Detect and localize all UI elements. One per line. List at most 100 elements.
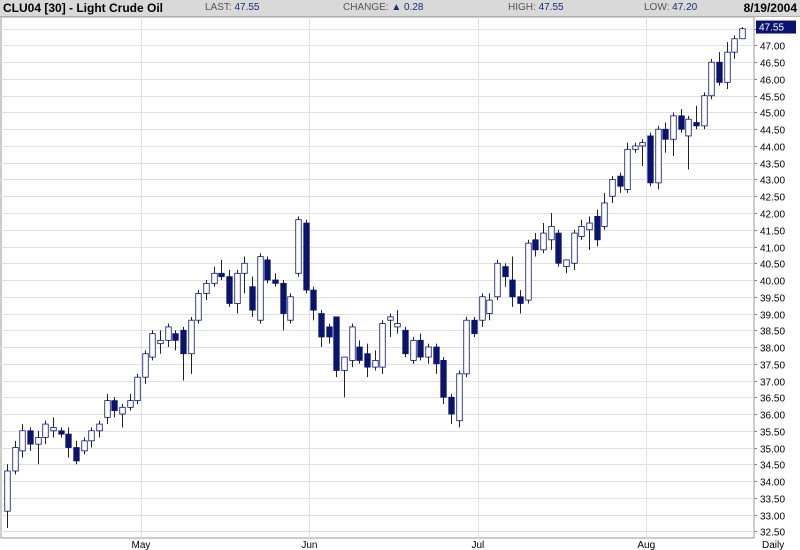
candle-body-up xyxy=(287,296,294,321)
candle-body-up xyxy=(563,259,570,268)
change-stat: CHANGE: ▲ 0.28 xyxy=(343,2,424,13)
candle-body-up xyxy=(379,323,386,368)
candle-body-up xyxy=(685,118,692,137)
candle-body-down xyxy=(333,316,340,371)
candle-body-up xyxy=(188,319,195,355)
y-tick-label: 39.00 xyxy=(760,311,785,322)
candle xyxy=(555,229,562,267)
candle-body-up xyxy=(4,470,11,512)
y-tick-label: 33.00 xyxy=(760,512,785,523)
candle-body-down xyxy=(417,339,424,358)
candle-body-down xyxy=(440,360,447,398)
candle-body-up xyxy=(632,145,639,150)
candle-body-up xyxy=(624,148,631,190)
candle-body-down xyxy=(272,279,279,284)
candle xyxy=(471,316,478,337)
candle-body-down xyxy=(364,353,371,368)
candle xyxy=(624,142,631,193)
candle xyxy=(456,370,463,428)
candle-body-down xyxy=(180,329,187,355)
candle-body-up xyxy=(50,427,57,432)
last-stat: LAST: 47.55 xyxy=(205,2,260,13)
candle-body-down xyxy=(280,282,287,314)
change-arrow-icon: ▲ xyxy=(391,2,402,13)
candle-body-up xyxy=(731,38,738,53)
candle xyxy=(647,132,654,187)
y-tick-label: 43.50 xyxy=(760,160,785,171)
candle-body-down xyxy=(326,326,333,338)
candle-body-down xyxy=(502,266,509,278)
candle-body-down xyxy=(73,447,80,462)
symbol-title: CLU04 [30] - Light Crude Oil xyxy=(3,1,164,15)
candle-body-down xyxy=(678,115,685,130)
candle-body-down xyxy=(662,128,669,140)
candle-body-down xyxy=(318,313,325,338)
candle-body-up xyxy=(540,232,547,251)
y-tick-label: 35.50 xyxy=(760,428,785,439)
candle-body-down xyxy=(402,329,409,355)
candle-body-down xyxy=(716,61,723,83)
candle xyxy=(295,216,302,277)
candle-body-up xyxy=(203,282,210,294)
candle-body-up xyxy=(127,400,134,408)
candle-body-up xyxy=(601,202,608,227)
candle xyxy=(708,58,715,100)
candle xyxy=(149,330,156,361)
candle-body-down xyxy=(226,276,233,304)
change-value: 0.28 xyxy=(404,2,424,13)
x-tick-label: May xyxy=(132,540,151,550)
candle-body-up xyxy=(701,95,708,127)
y-tick-label: 33.50 xyxy=(760,495,785,506)
candle xyxy=(134,373,141,404)
candle xyxy=(195,290,202,324)
y-tick-label: 38.50 xyxy=(760,327,785,338)
candle-body-up xyxy=(295,219,302,274)
x-tick-label: Aug xyxy=(637,540,655,550)
candle-body-down xyxy=(356,346,363,361)
y-tick-label: 45.50 xyxy=(760,93,785,104)
y-tick-label: 32.50 xyxy=(760,528,785,539)
high-stat: HIGH: 47.55 xyxy=(508,2,564,13)
candle-body-up xyxy=(195,293,202,321)
low-stat: LOW: 47.20 xyxy=(644,2,697,13)
candle-body-down xyxy=(617,175,624,187)
high-label: HIGH: xyxy=(508,2,536,13)
candle-body-up xyxy=(257,256,264,321)
candle-body-down xyxy=(310,289,317,311)
candle-body-down xyxy=(647,135,654,184)
candle-body-up xyxy=(372,360,379,368)
y-tick-label: 44.50 xyxy=(760,126,785,137)
candle xyxy=(463,316,470,378)
candle-body-down xyxy=(218,272,225,278)
candle-body-up xyxy=(387,316,394,321)
candle xyxy=(525,239,532,304)
period-label: Daily xyxy=(762,540,784,550)
candle-body-up xyxy=(548,226,555,241)
candle xyxy=(349,323,356,368)
x-axis-ticks: May Jun Jul Aug xyxy=(132,540,656,550)
candle-body-up xyxy=(341,356,348,371)
high-value: 47.55 xyxy=(538,2,564,13)
quote-header: CLU04 [30] - Light Crude Oil LAST: 47.55… xyxy=(0,0,800,17)
candle-body-up xyxy=(349,326,356,361)
candle xyxy=(303,219,310,294)
candle xyxy=(701,92,708,130)
quote-date: 8/19/2004 xyxy=(743,1,797,15)
candle-body-up xyxy=(42,423,49,438)
candle-body-up xyxy=(81,440,88,452)
x-tick-label: Jun xyxy=(301,540,317,550)
candle-body-down xyxy=(471,319,478,335)
y-tick-label: 36.50 xyxy=(760,394,785,405)
candle-body-down xyxy=(249,286,256,311)
y-tick-label: 41.00 xyxy=(760,244,785,255)
candle-body-down xyxy=(448,396,455,415)
candle-body-down xyxy=(27,430,34,445)
y-axis-ticks: 32.50 33.00 33.50 34.00 34.50 35.00 35.50 36.00… xyxy=(754,26,785,539)
low-value: 47.20 xyxy=(672,2,698,13)
candle-body-up xyxy=(486,299,493,314)
plot-area xyxy=(0,16,755,539)
candle xyxy=(402,326,409,358)
candle-body-up xyxy=(639,142,646,147)
candle-body-up xyxy=(739,28,746,40)
candle-body-up xyxy=(157,339,164,345)
